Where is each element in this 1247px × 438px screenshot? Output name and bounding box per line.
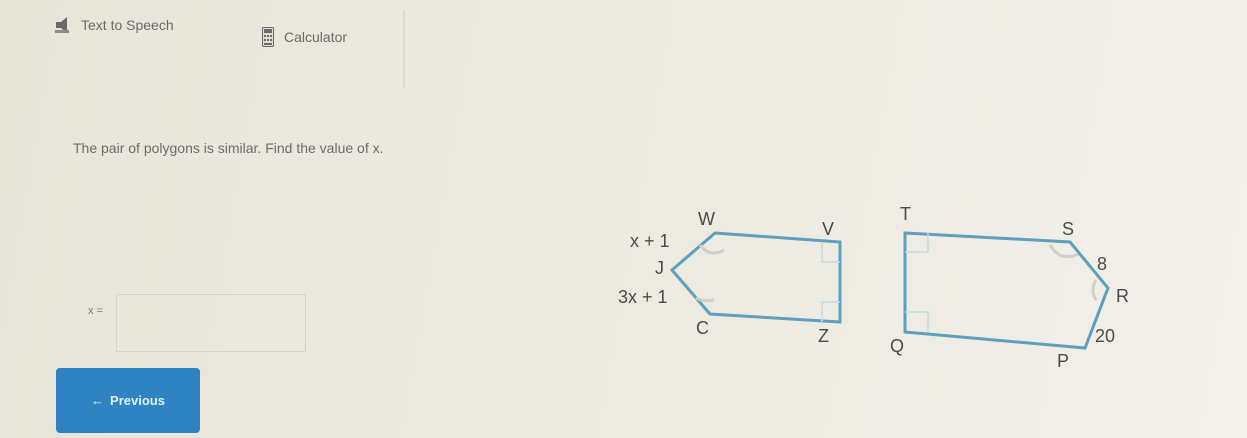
previous-button[interactable]: ← Previous [56,368,200,433]
vertex-label-c: C [696,318,709,338]
right-polygon [903,231,1110,350]
text-to-speech-button[interactable]: Text to Speech [55,16,174,34]
toolbar-divider [403,10,405,88]
right-right-angle-q [905,311,929,332]
vertex-label-v: V [822,219,834,239]
question-prompt: The pair of polygons is similar. Find th… [73,140,384,156]
left-angle-arc-w [698,244,725,255]
left-angle-arc-c [695,296,715,303]
previous-label: Previous [110,393,165,408]
vertex-label-w: W [698,209,715,229]
left-right-angle-z [821,301,840,322]
vertex-label-p: P [1057,351,1069,371]
vertex-label-j: J [655,258,664,278]
side-label-jc: 3x + 1 [618,287,668,307]
vertex-label-t: T [900,204,911,224]
side-label-rp: 20 [1095,326,1115,346]
polygons-diagram: W V Z C J x + 1 3x + 1 T S R P Q 8 20 [618,204,1129,371]
vertex-label-s: S [1062,219,1074,239]
left-polygon [669,231,842,324]
right-angle-arc-r [1091,279,1098,301]
vertex-label-z: Z [818,326,829,346]
text-to-speech-label: Text to Speech [81,17,174,33]
answer-input[interactable] [116,294,306,352]
side-label-wj: x + 1 [630,231,670,251]
vertex-label-q: Q [890,336,904,356]
arrow-left-icon: ← [91,393,105,408]
calculator-icon [262,27,274,47]
similar-polygons-figure: W V Z C J x + 1 3x + 1 T S R P Q 8 20 [600,190,1160,385]
calculator-label: Calculator [284,29,348,45]
vertex-label-r: R [1116,286,1129,306]
right-right-angle-t [905,233,929,253]
answer-label: x = [88,305,103,317]
left-right-angle-v [821,242,840,263]
calculator-button[interactable]: Calculator [262,27,347,47]
speaker-icon [55,17,69,33]
side-label-sr: 8 [1097,254,1107,274]
